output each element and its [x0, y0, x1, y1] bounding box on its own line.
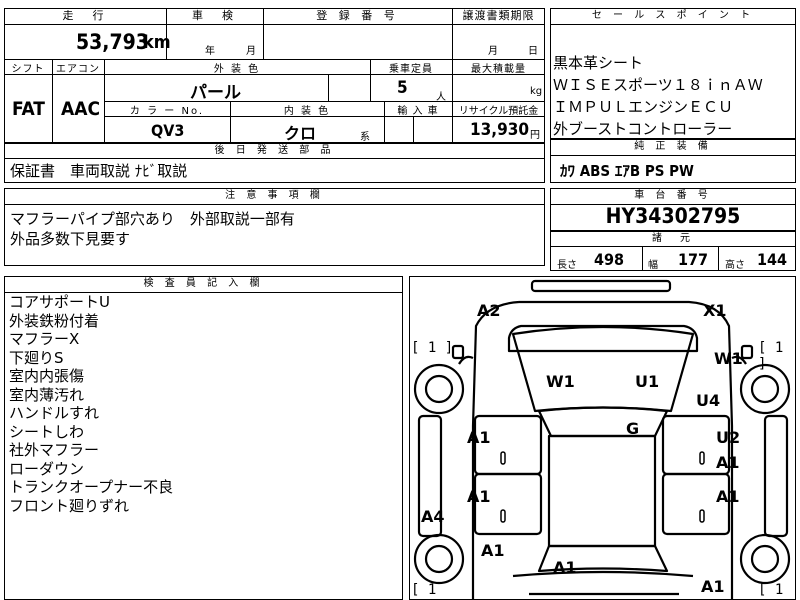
max-load-header: 最大積載量 [471, 64, 526, 75]
mileage-header: 走 行 [62, 9, 108, 22]
interior-suffix: 系 [360, 132, 370, 143]
import-header: 輸 入 車 [397, 106, 439, 117]
inspector-item: ローダウン [9, 459, 85, 478]
inspection-year-label: 年 [205, 46, 215, 57]
inspection-month-label: 月 [246, 46, 256, 57]
inspector-item: 社外マフラー [9, 441, 100, 459]
damage-mark: A4 [421, 507, 445, 526]
damage-mark: U1 [635, 372, 660, 391]
height-label: 高さ [725, 260, 745, 271]
recycle-header: リサイクル預託金 [458, 106, 539, 117]
damage-mark: X1 [703, 301, 727, 320]
inspector-item: マフラーX [9, 330, 80, 348]
sales-point-item: ＷＩＳＥスポーツ１８ｉｎＡＷ [553, 76, 763, 94]
exterior-color-value: パール [190, 83, 241, 103]
sales-point-item: 外ブーストコントローラー [553, 120, 733, 138]
dimensions-header: 諸 元 [652, 233, 694, 244]
max-load-unit: kg [530, 86, 543, 97]
transfer-day-label: 日 [528, 46, 538, 57]
registration-header: 登 録 番 号 [316, 9, 399, 22]
inspector-item: 室内内張傷 [9, 367, 85, 385]
inspector-item: ハンドルすれ [9, 404, 100, 422]
genuine-equipment-value: ｶﾜ ABS ｴｱB PS PW [560, 162, 694, 180]
ac-header: エアコン [56, 64, 100, 75]
length-label: 長さ [557, 260, 577, 271]
damage-mark: A1 [467, 487, 491, 506]
width-value: 177 [678, 250, 709, 269]
damage-mark: A1 [716, 453, 740, 472]
damage-mark: A1 [701, 577, 725, 596]
damage-mark: W1 [714, 349, 743, 368]
exterior-color-header: 外 装 色 [213, 64, 261, 75]
inspector-item: 外装鉄粉付着 [9, 311, 100, 330]
height-value: 144 [757, 250, 788, 269]
inspector-item: 室内薄汚れ [9, 385, 85, 404]
damage-mark: A1 [716, 487, 740, 506]
notes-line-1: マフラーパイプ部穴あり 外部取説一部有 [10, 210, 295, 228]
bracket-count: [ 1 ] [758, 340, 784, 372]
notes-line-2: 外品多数下見要す [10, 230, 131, 248]
inspector-item: コアサポートU [9, 293, 110, 311]
transfer-month-label: 月 [488, 46, 498, 57]
bracket-count: [ 1 [758, 582, 784, 598]
delivery-parts-value: 保証書 車両取説 ﾅﾋﾞ取説 [10, 162, 188, 180]
damage-mark: A1 [553, 558, 577, 577]
recycle-value: 13,930 [470, 120, 530, 140]
color-no-header: カ ラ ー No. [129, 106, 205, 117]
damage-mark: G [626, 419, 640, 438]
damage-mark: U2 [716, 428, 741, 447]
mileage-value: 53,793 [76, 30, 149, 54]
damage-mark: A1 [481, 541, 505, 560]
delivery-parts-header: 後 日 発 送 部 品 [214, 145, 335, 156]
sales-point-item: 黒本革シート [553, 54, 644, 72]
chassis-value: HY34302795 [605, 204, 741, 228]
mileage-unit: km [143, 32, 171, 53]
interior-color-header: 内 装 色 [283, 106, 331, 117]
transfer-deadline-header: 譲渡書類期限 [462, 9, 535, 22]
inspector-list: コアサポートU 外装鉄粉付着 マフラーX 下廻りS 室内内張傷 室内薄汚れ ハン… [9, 293, 173, 515]
damage-mark: A1 [467, 428, 491, 447]
inspector-item: フロント廻りずれ [9, 496, 130, 515]
bracket-count: [ 1 ] [411, 340, 454, 356]
recycle-unit: 円 [530, 130, 540, 141]
inspector-header: 検 査 員 記 入 欄 [143, 278, 264, 289]
interior-color-value: クロ [284, 124, 317, 143]
bracket-count: [ 1 [411, 582, 437, 598]
shift-value: FAT [12, 98, 45, 120]
shift-header: シフト [11, 64, 45, 75]
sales-points-list: 黒本革シート ＷＩＳＥスポーツ１８ｉｎＡＷ ＩＭＰＵＬエンジンＥＣＵ 外ブースト… [553, 52, 763, 140]
damage-mark: U4 [696, 391, 721, 410]
sales-points-header: セ ー ル ス ポ イ ン ト [591, 10, 755, 21]
capacity-value: 5 [397, 78, 408, 98]
length-value: 498 [594, 250, 625, 269]
inspector-item: トランクオープナー不良 [9, 478, 174, 496]
inspector-item: シートしわ [9, 422, 85, 441]
inspector-item: 下廻りS [9, 348, 64, 367]
sales-point-item: ＩＭＰＵＬエンジンＥＣＵ [553, 98, 734, 116]
genuine-equipment-header: 純 正 装 備 [634, 141, 712, 152]
color-no-value: QV3 [151, 121, 185, 140]
chassis-header: 車 台 番 号 [634, 190, 712, 201]
ac-value: AAC [61, 98, 101, 120]
inspection-header: 車 検 [192, 9, 237, 22]
vehicle-info-form [4, 8, 545, 143]
width-label: 幅 [648, 260, 658, 271]
capacity-header: 乗車定員 [389, 64, 433, 75]
damage-mark: W1 [546, 372, 575, 391]
damage-mark: A2 [477, 301, 501, 320]
notes-header: 注 意 事 項 欄 [225, 190, 324, 201]
